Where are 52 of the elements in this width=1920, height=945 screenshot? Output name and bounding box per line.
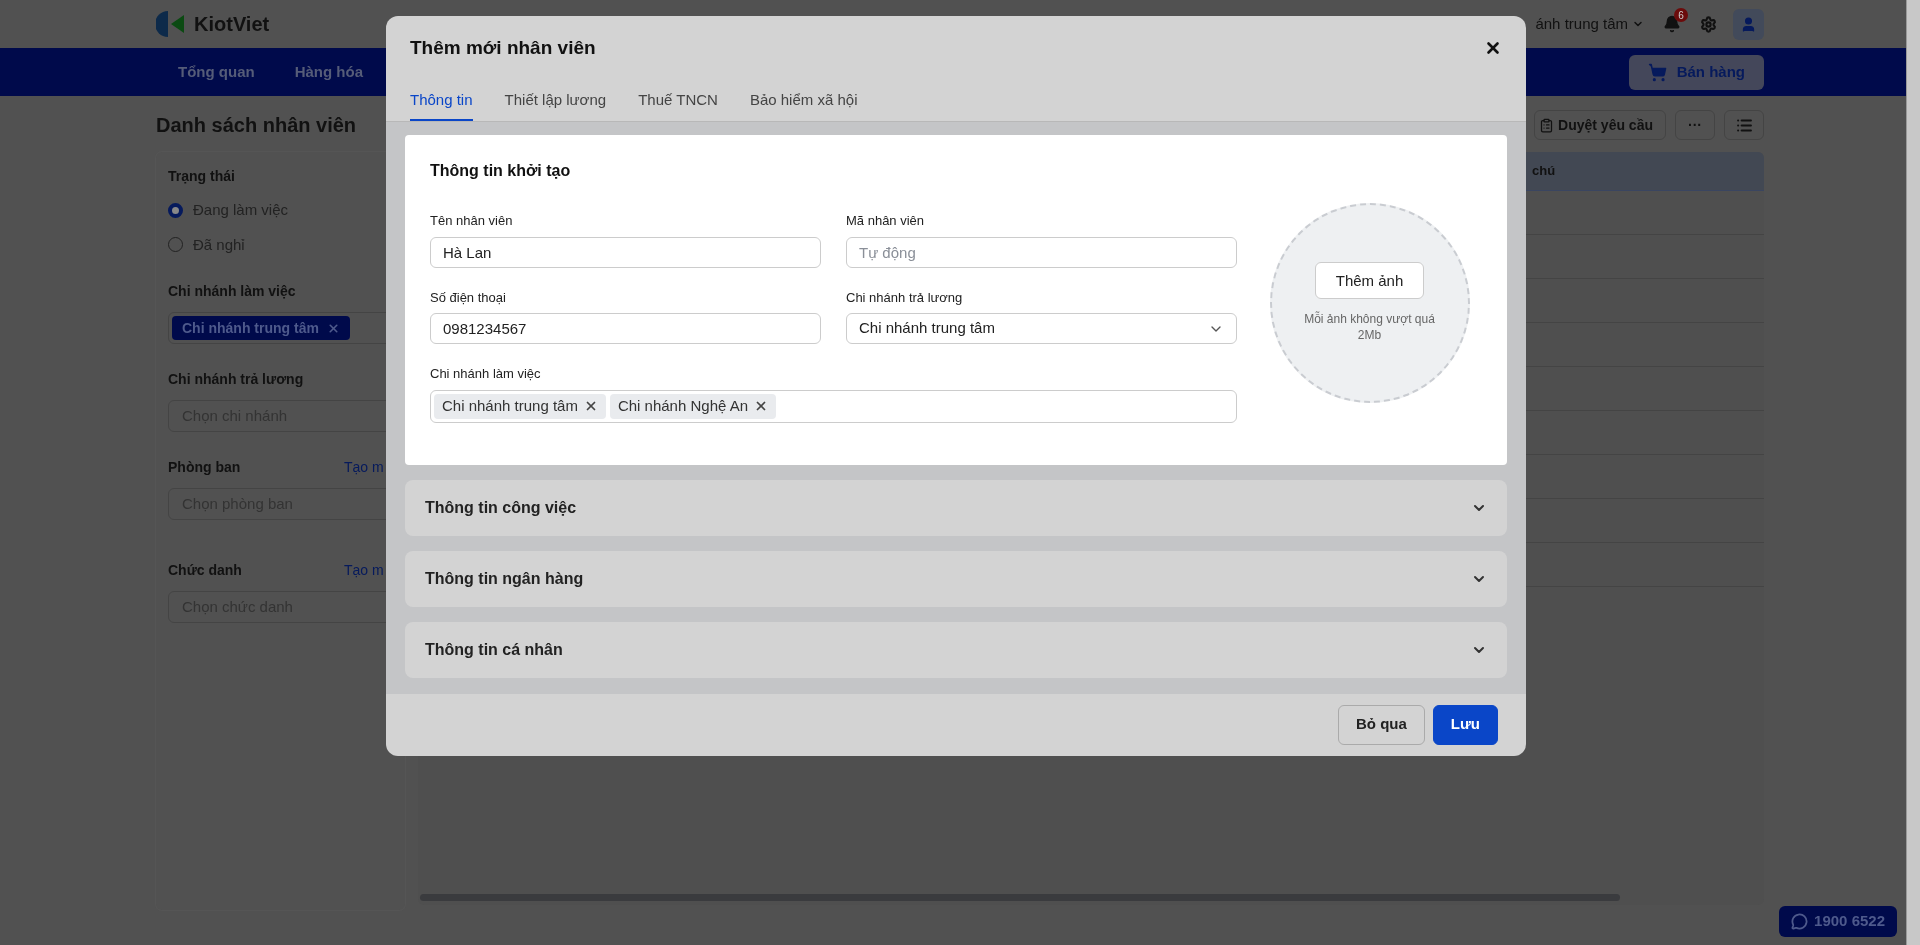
logo-icon	[156, 9, 186, 39]
list-icon	[1735, 116, 1753, 134]
tab[interactable]: Bảo hiểm xã hội	[749, 84, 858, 121]
filter-title: Chi nhánh trả lương	[168, 370, 304, 389]
section-title: Thông tin khởi tạo	[430, 161, 571, 181]
select-field[interactable]: Chi nhánh trung tâm	[846, 313, 1237, 344]
accordion-header[interactable]: Thông tin cá nhân	[405, 621, 1507, 678]
accordion-header[interactable]: Thông tin ngân hàng	[405, 550, 1507, 607]
tag-label: Chi nhánh trung tâm	[182, 318, 319, 338]
input-field[interactable]: Tự động	[846, 236, 1237, 268]
hotline-button[interactable]: 1900 6522	[1779, 906, 1897, 937]
column-settings-button[interactable]	[1724, 110, 1764, 140]
field-label: Tên nhân viên	[430, 212, 513, 230]
settings-icon[interactable]	[1700, 15, 1717, 33]
filter-title: Chi nhánh làm việc	[168, 282, 296, 301]
save-button[interactable]: Lưu	[1432, 704, 1498, 745]
accordion-title: Thông tin công việc	[425, 497, 577, 518]
column-header: chú	[1532, 162, 1557, 181]
tag-input-field[interactable]: Chi nhánh trung tâm Chi nhánh Nghệ An	[430, 389, 1237, 423]
accordion-header[interactable]: Thông tin công việc	[405, 479, 1507, 536]
tag-label: Chi nhánh trung tâm	[442, 395, 578, 416]
add-photo-button[interactable]: Thêm ảnh	[1314, 262, 1425, 300]
nav-link[interactable]: Hàng hóa	[294, 60, 363, 84]
input-field[interactable]: 0981234567	[430, 313, 821, 344]
accordion-title: Thông tin cá nhân	[425, 639, 563, 660]
clipboard-icon	[1539, 117, 1555, 133]
logo-text: KiotViet	[194, 12, 270, 37]
tab[interactable]: Thiết lập lương	[504, 84, 607, 121]
cancel-button[interactable]: Bỏ qua	[1337, 704, 1425, 745]
field-label: Chi nhánh trả lương	[846, 288, 963, 307]
notification-badge: 6	[1674, 8, 1688, 22]
radio-button[interactable]	[168, 202, 183, 218]
chat-icon	[1791, 913, 1809, 930]
user-avatar[interactable]	[1733, 8, 1764, 40]
tab[interactable]: Thuế TNCN	[638, 84, 718, 121]
field-label: Chi nhánh làm việc	[430, 365, 541, 383]
user-icon	[1740, 15, 1757, 33]
filter-title: Phòng ban	[168, 458, 242, 477]
filter-title: Trạng thái	[168, 167, 236, 186]
tag-label: Chi nhánh Nghệ An	[617, 395, 749, 416]
photo-hint: Mỗi ảnh không vượt quá 2Mb	[1303, 311, 1436, 344]
vertical-scrollbar[interactable]	[1906, 0, 1920, 945]
cart-icon	[1647, 62, 1667, 82]
photo-upload-area[interactable]: Thêm ảnh Mỗi ảnh không vượt quá 2Mb	[1269, 202, 1470, 403]
filter-title: Chức danh	[168, 561, 243, 580]
field-label: Số điện thoại	[430, 288, 506, 307]
input-field[interactable]: Hà Lan	[430, 236, 821, 268]
field-label: Mã nhân viên	[846, 212, 925, 230]
accordion-title: Thông tin ngân hàng	[425, 568, 584, 589]
page-title: Danh sách nhân viên	[156, 113, 358, 138]
modal-title: Thêm mới nhân viên	[410, 36, 596, 60]
nav-link[interactable]: Tổng quan	[178, 60, 255, 84]
